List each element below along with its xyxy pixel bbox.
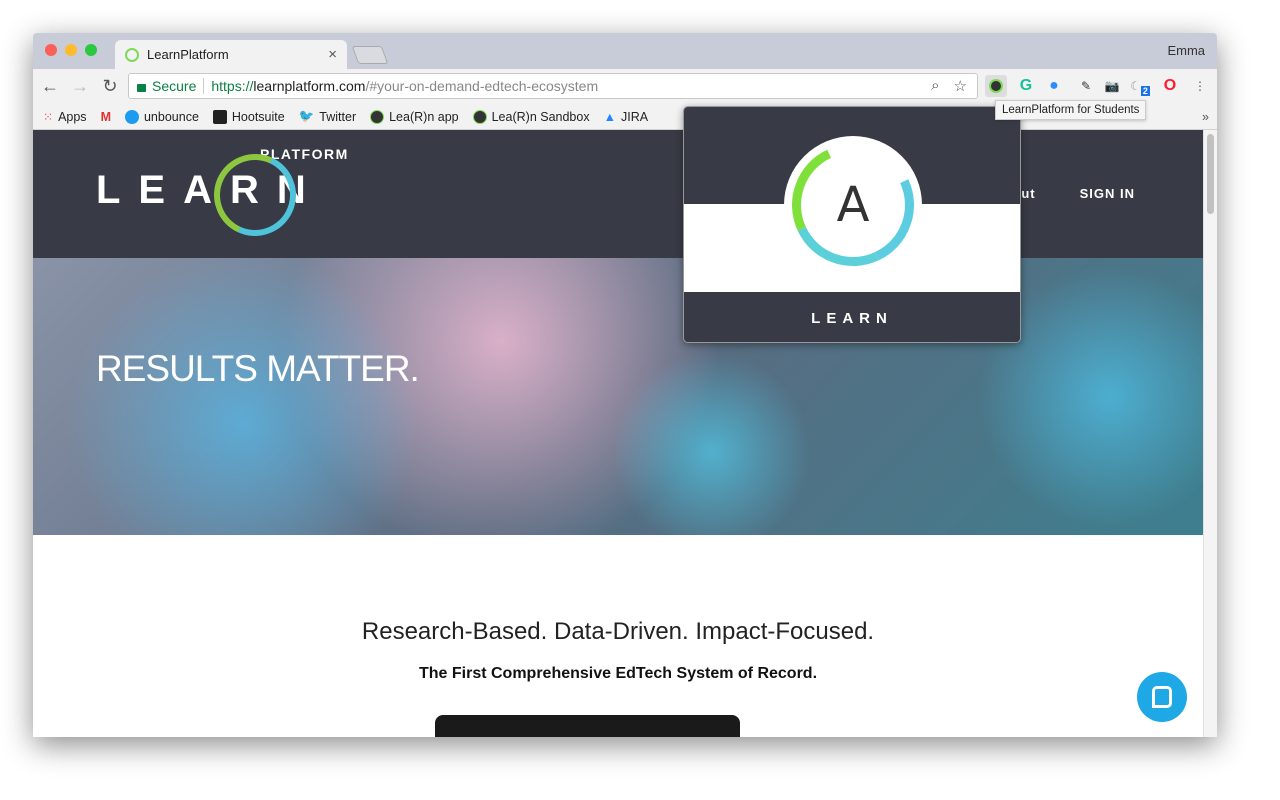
hero-banner: RESULTS MATTER. (33, 258, 1203, 535)
maximize-window-button[interactable] (85, 44, 97, 56)
grammarly-icon[interactable]: G (1015, 75, 1037, 97)
opera-icon[interactable]: O (1159, 75, 1181, 97)
unbounce-icon (124, 109, 139, 124)
gmail-icon: M (100, 109, 111, 124)
eyedropper-icon[interactable]: ✎ (1075, 75, 1097, 97)
tab-bar: LearnPlatform × Emma (33, 33, 1217, 69)
close-window-button[interactable] (45, 44, 57, 56)
url-host: learnplatform.com (253, 78, 366, 94)
menu-kebab-icon[interactable]: ⋮ (1189, 75, 1211, 97)
nav-sign-in[interactable]: SIGN IN (1080, 186, 1135, 201)
bookmark-jira[interactable]: ▲ JIRA (604, 110, 648, 124)
tab-learnplatform[interactable]: LearnPlatform × (115, 40, 347, 69)
twitter-icon: 🐦 (298, 109, 315, 123)
chat-icon (1152, 686, 1172, 708)
forward-icon[interactable]: → (65, 76, 95, 97)
zoom-icon[interactable]: ⌕ (931, 77, 939, 95)
bookmark-star-icon[interactable]: ☆ (954, 77, 967, 95)
url-path: /#your-on-demand-edtech-ecosystem (365, 78, 599, 94)
bookmark-label: Lea(R)n Sandbox (491, 109, 590, 124)
extension-tooltip: LearnPlatform for Students (995, 100, 1147, 120)
page-content: LEARN PLATFORM About SIGN IN RESULTS MAT… (33, 130, 1203, 737)
learn-icon (370, 109, 385, 124)
bookmark-label: Apps (58, 109, 87, 124)
hootsuite-icon (212, 109, 227, 124)
browser-window: LearnPlatform × Emma ← → ↻ Secure https:… (33, 33, 1217, 737)
chat-button[interactable] (1137, 672, 1187, 722)
scrollbar[interactable] (1203, 130, 1217, 737)
site-logo[interactable]: LEARN PLATFORM (96, 142, 347, 248)
new-tab-button[interactable] (351, 46, 389, 64)
bookmark-label: JIRA (620, 109, 649, 124)
laptop-image (435, 715, 740, 737)
camera-icon[interactable]: 📷 (1101, 75, 1123, 97)
lock-icon (137, 84, 146, 92)
bookmark-learn-sandbox[interactable]: Lea(R)n Sandbox (472, 109, 590, 124)
bookmark-label: unbounce (143, 109, 199, 124)
reload-icon[interactable]: ↻ (95, 76, 125, 97)
bookmarks-overflow-button[interactable]: » (1202, 110, 1209, 124)
site-header: LEARN PLATFORM About SIGN IN (33, 130, 1203, 258)
zoom-extension-icon[interactable]: ● (1043, 75, 1065, 97)
minimize-window-button[interactable] (65, 44, 77, 56)
popup-footer-logo: LEARN (684, 292, 1020, 342)
bookmark-twitter[interactable]: 🐦 Twitter (299, 109, 356, 124)
extension-popup: LEARN A (683, 106, 1021, 343)
bookmark-hootsuite[interactable]: Hootsuite (212, 109, 285, 124)
bookmark-unbounce[interactable]: unbounce (124, 109, 199, 124)
learn-icon (472, 109, 487, 124)
url-scheme: https:// (211, 78, 254, 94)
bookmark-label: Twitter (319, 109, 357, 124)
moon-extension-icon[interactable]: ☾ 2 (1129, 75, 1151, 97)
secure-label: Secure (152, 78, 205, 94)
address-bar[interactable]: Secure https://learnplatform.com/#your-o… (128, 73, 978, 99)
bookmark-apps[interactable]: ⁙ Apps (43, 110, 87, 124)
bookmark-label: Lea(R)n app (389, 109, 459, 124)
grade-badge: A (774, 126, 932, 284)
bookmark-label: Hootsuite (231, 109, 285, 124)
tab-title: LearnPlatform (147, 47, 229, 62)
bookmark-learn-app[interactable]: Lea(R)n app (370, 109, 459, 124)
profile-name[interactable]: Emma (1167, 43, 1205, 58)
toolbar: ← → ↻ Secure https://learnplatform.com/#… (33, 69, 1217, 104)
extension-badge: 2 (1140, 86, 1150, 96)
favicon-icon (125, 47, 139, 62)
apps-grid-icon: ⁙ (43, 109, 54, 124)
scrollbar-thumb[interactable] (1207, 134, 1214, 214)
tab-close-icon[interactable]: × (328, 46, 337, 63)
tagline: Research-Based. Data-Driven. Impact-Focu… (361, 618, 875, 645)
hero-title: RESULTS MATTER. (96, 348, 420, 389)
bookmark-gmail[interactable]: M (101, 110, 111, 124)
back-icon[interactable]: ← (35, 76, 65, 97)
learnplatform-extension-icon[interactable] (985, 75, 1007, 97)
jira-icon: ▲ (603, 109, 616, 124)
subtagline: The First Comprehensive EdTech System of… (418, 665, 818, 682)
